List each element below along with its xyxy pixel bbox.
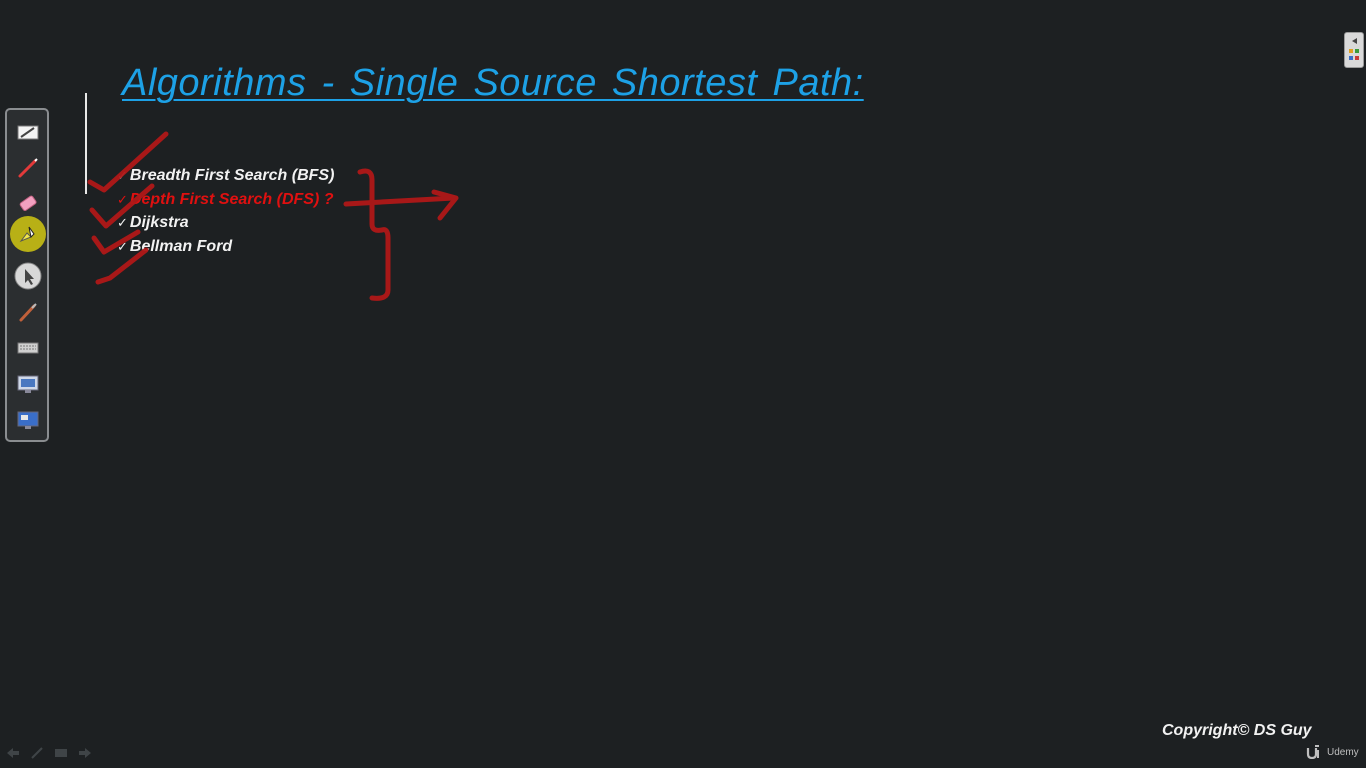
ink-check-mark [87,131,169,193]
ink-check-mark [91,229,141,255]
screen-capture-icon [17,375,39,393]
ink-bracket [357,168,391,301]
pen-icon [18,158,38,178]
side-panel-tab[interactable] [1344,32,1364,68]
ink-annotations [87,131,459,301]
ink-arrowhead [431,189,459,221]
slide-stage: Algorithms - Single Source Shortest Path… [0,0,1366,768]
ink-check-mark [89,183,155,229]
desktop-icon [17,411,39,429]
menu-nav-icon[interactable] [54,747,68,759]
eraser-tool[interactable] [14,190,42,218]
ink-arrow [343,195,457,207]
pen-tool[interactable] [14,154,42,182]
whiteboard-icon [17,125,39,140]
brand-watermark: Udemy [1306,745,1359,759]
whiteboard-tool[interactable] [14,118,42,146]
eraser-icon [19,195,37,212]
brush-tool[interactable] [14,298,42,326]
highlighter-tool[interactable] [10,216,46,252]
panel-toggle-icon [1349,38,1359,60]
udemy-logo-icon [1306,745,1319,759]
screen-capture-tool[interactable] [14,370,42,398]
slide-navigation [6,747,92,759]
brush-icon [19,303,37,322]
previous-icon[interactable] [6,747,20,759]
pointer-tool[interactable] [14,262,42,290]
ink-check-mark [95,247,149,285]
pen-nav-icon[interactable] [30,747,44,759]
copyright-text: Copyright© DS Guy [1162,722,1312,739]
brand-name: Udemy [1327,746,1359,758]
keyboard-icon [17,342,39,354]
annotation-toolbar [5,108,49,442]
highlighter-icon [19,226,35,243]
keyboard-tool[interactable] [14,334,42,362]
next-icon[interactable] [78,747,92,759]
desktop-tool[interactable] [14,406,42,434]
pointer-icon [14,262,42,290]
